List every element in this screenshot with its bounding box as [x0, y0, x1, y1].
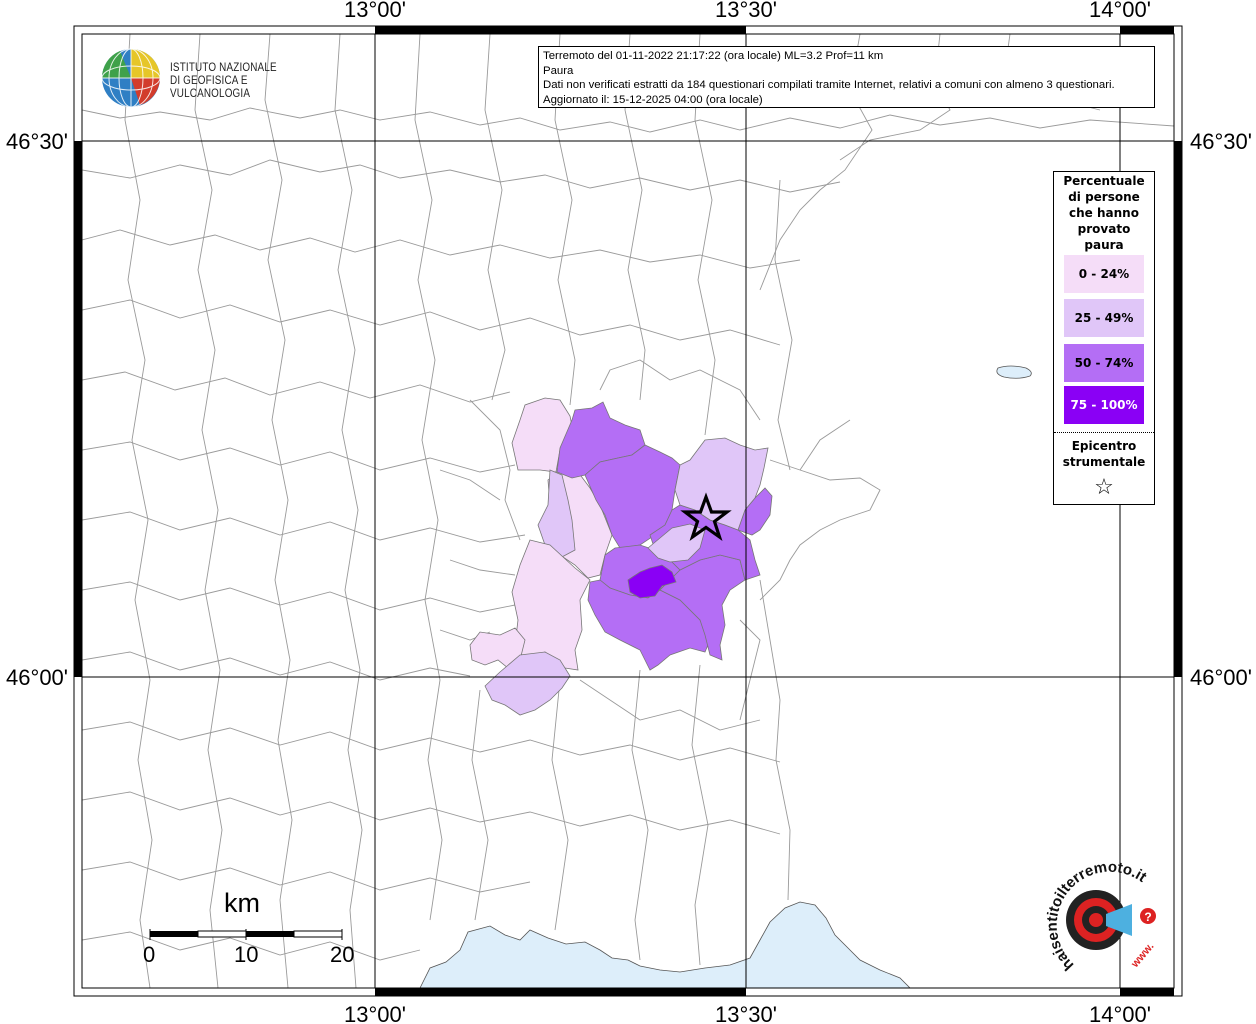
lon-label-top-2: 13°30'	[715, 0, 777, 22]
legend-title: Percentuale di persone che hanno provato…	[1054, 173, 1154, 253]
lon-label-bottom-2: 13°30'	[715, 1002, 777, 1024]
legend: Percentuale di persone che hanno provato…	[1053, 171, 1155, 505]
lat-label-left-2: 46°00'	[6, 665, 68, 690]
lat-label-right-1: 46°30'	[1190, 129, 1252, 154]
update-timestamp: Aggiornato il: 15-12-2025 04:00 (ora loc…	[543, 93, 763, 106]
legend-epicenter-line: Epicentro	[1071, 439, 1137, 453]
event-title: Terremoto del 01-11-2022 21:17:22 (ora l…	[543, 50, 884, 62]
legend-title-line: provato	[1077, 222, 1131, 236]
legend-title-line: Percentuale	[1063, 174, 1145, 188]
legend-title-line: paura	[1084, 238, 1124, 252]
event-info-box: Terremoto del 01-11-2022 21:17:22 (ora l…	[538, 46, 1155, 108]
legend-separator	[1054, 432, 1154, 433]
legend-class-75-100: 75 - 100%	[1064, 386, 1144, 424]
legend-epicenter-line: strumentale	[1062, 455, 1146, 469]
map-parameter: Paura	[543, 64, 574, 77]
legend-class-25-49: 25 - 49%	[1064, 299, 1144, 337]
data-note: Dati non verificati estratti da 184 ques…	[543, 79, 1115, 92]
lon-label-top-3: 14°00'	[1089, 0, 1151, 22]
ingv-logo: ISTITUTO NAZIONALE DI GEOFISICA E VULCAN…	[100, 47, 320, 109]
lake	[996, 365, 1032, 379]
lat-label-left-1: 46°30'	[6, 129, 68, 154]
hst-badge: ?	[1144, 910, 1151, 924]
scale-unit: km	[224, 888, 260, 918]
globe-icon	[101, 48, 161, 108]
legend-class-50-74: 50 - 74%	[1064, 344, 1144, 382]
scale-label-0: 0	[143, 942, 156, 967]
scale-label-20: 20	[330, 942, 355, 967]
legend-epicenter-label: Epicentro strumentale	[1054, 438, 1154, 470]
lon-label-top-1: 13°00'	[344, 0, 406, 22]
lon-label-bottom-1: 13°00'	[344, 1002, 406, 1024]
legend-title-line: di persone	[1068, 190, 1140, 204]
scale-label-10: 10	[234, 942, 259, 967]
map-area	[82, 34, 1174, 988]
lon-label-bottom-3: 14°00'	[1089, 1002, 1151, 1024]
hst-www: www.	[1128, 941, 1156, 971]
lat-label-right-2: 46°00'	[1190, 665, 1252, 690]
legend-class-0-24: 0 - 24%	[1064, 255, 1144, 293]
logo-line-2: DI GEOFISICA E VULCANOLOGIA	[170, 75, 251, 100]
logo-line-1: ISTITUTO NAZIONALE	[170, 62, 277, 74]
hst-logo: haisentitoilterremoto.it ? www.	[1044, 859, 1157, 974]
legend-star-icon: ☆	[1094, 475, 1114, 500]
legend-title-line: che hanno	[1069, 206, 1139, 220]
